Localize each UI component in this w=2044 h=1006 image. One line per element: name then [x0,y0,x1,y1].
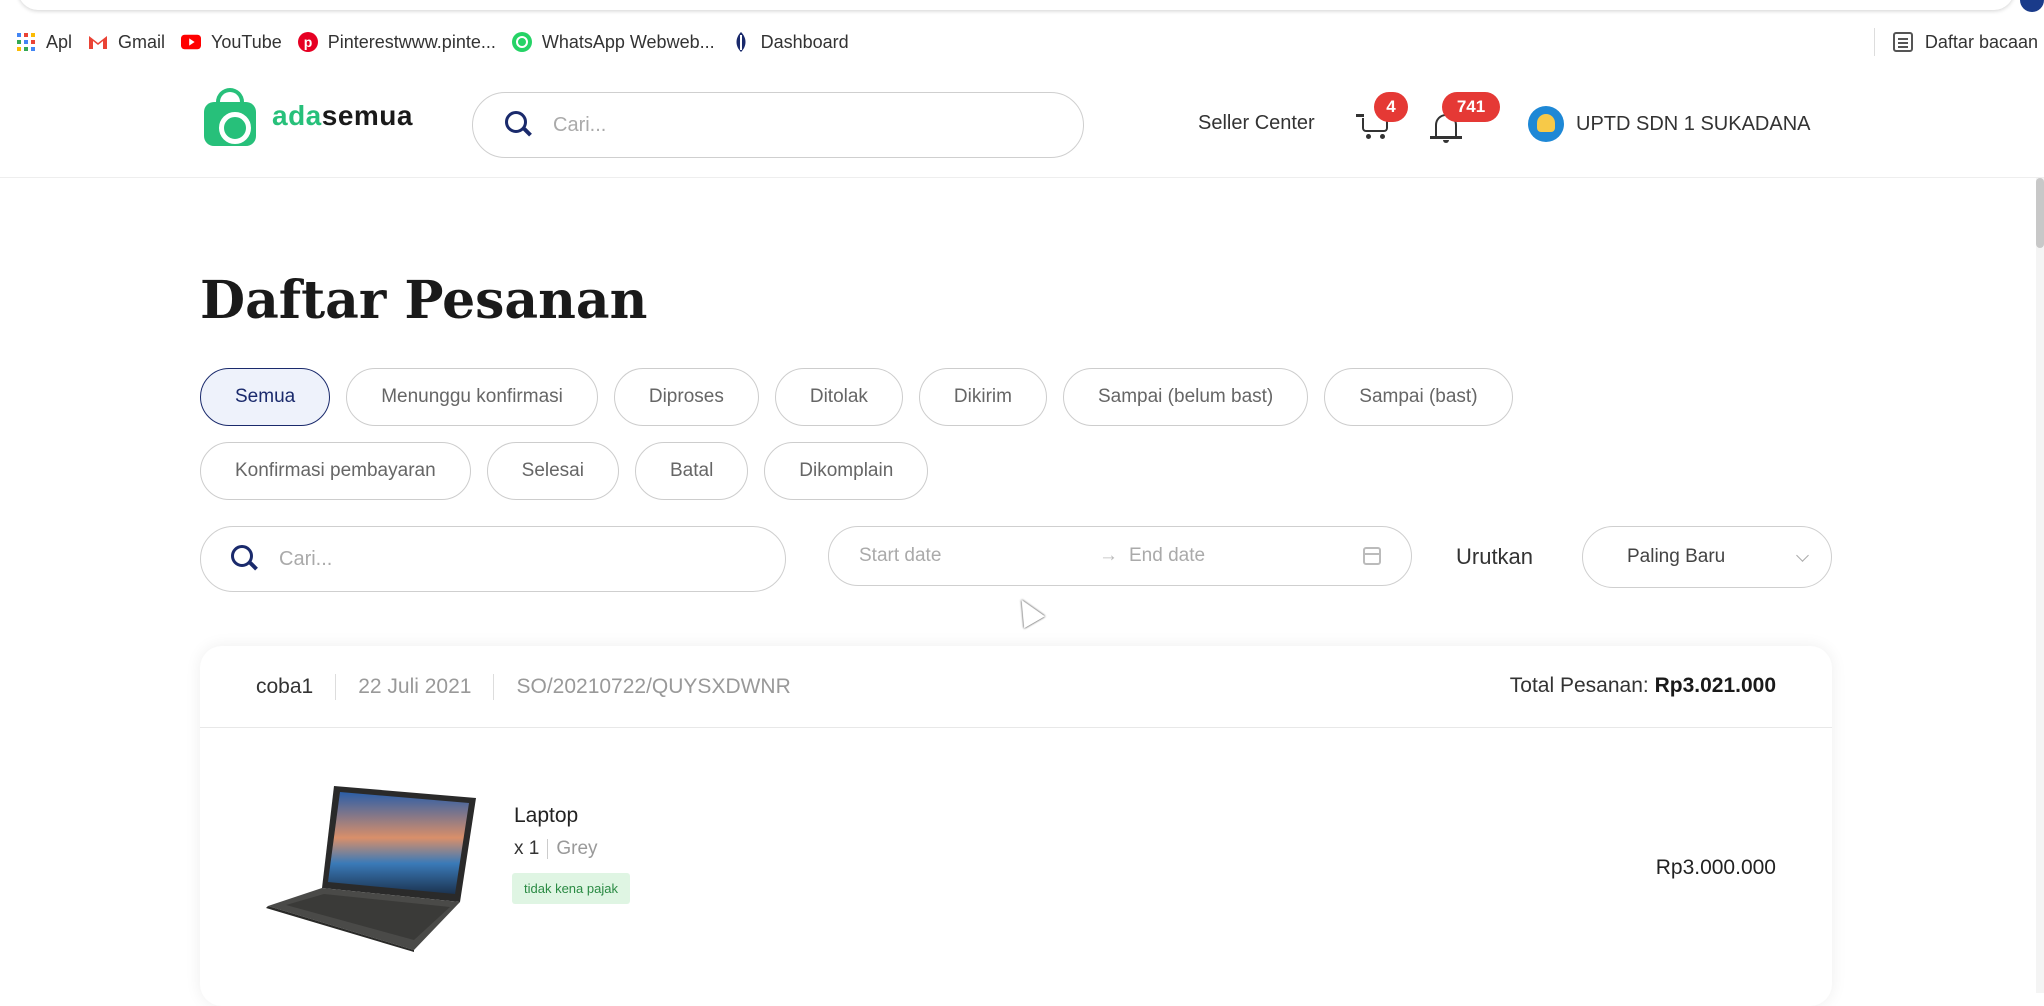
sort-select[interactable]: Paling Baru [1582,526,1832,588]
start-date-field[interactable]: Start date [859,545,941,567]
sort-label: Urutkan [1456,544,1534,569]
logo-text-part1: ada [272,100,322,131]
divider [493,673,495,700]
order-id: SO/20210722/QUYSXDWNR [516,674,791,698]
notification-count-badge: 741 [1442,92,1500,122]
header-search-box[interactable] [472,92,1084,158]
scrollbar-track[interactable] [2036,178,2044,993]
seller-center-link[interactable]: Seller Center [1198,112,1315,135]
tab-konfirmasi-pembayaran[interactable]: Konfirmasi pembayaran [200,442,471,500]
apps-grid-icon [16,32,36,52]
dashboard-icon [731,32,751,52]
header-search-input[interactable] [553,113,1016,137]
product-name[interactable]: Laptop [514,804,578,828]
tab-sampai-bast[interactable]: Sampai (bast) [1324,368,1513,426]
bookmark-pinterest[interactable]: p Pinterestwww.pinte... [297,28,496,56]
order-card-header: coba1 22 Juli 2021 SO/20210722/QUYSXDWNR… [200,646,1832,728]
date-range-picker[interactable]: Start date → End date [828,526,1412,586]
youtube-icon [181,32,202,52]
product-variant: Grey [556,838,598,859]
bookmark-label: WhatsApp Webweb... [541,31,715,52]
bookmark-label: Apl [46,31,73,52]
order-search-input[interactable] [279,547,723,571]
logo-wordmark: adasemua [272,100,413,132]
user-menu[interactable]: UPTD SDN 1 SUKADANA [1528,106,1811,142]
bookmark-youtube[interactable]: YouTube [181,28,282,56]
store-name[interactable]: coba1 [256,675,313,699]
school-emblem-icon [1528,106,1564,142]
divider [335,673,337,700]
pinterest-icon: p [297,32,318,52]
order-total: Total Pesanan: Rp3.021.000 [1510,674,1776,698]
app-header: adasemua Seller Center 4 741 UPTD SDN 1 … [0,68,2044,178]
tab-ditolak[interactable]: Ditolak [774,368,903,426]
bookmark-apps[interactable]: Apl [16,28,72,56]
cart-count-badge: 4 [1374,92,1408,122]
browser-top-strip [0,0,2044,14]
tab-batal[interactable]: Batal [634,442,749,500]
order-status-tabs: Semua Menunggu konfirmasi Diproses Ditol… [200,368,1600,500]
bookmarks-bar: Apl Gmail YouTube p Pinterestwww.pinte..… [0,28,2044,56]
profile-avatar-edge[interactable] [2020,0,2044,12]
product-meta: x 1 Grey [514,838,598,860]
shopping-bag-logo-icon [200,86,260,146]
order-total-value: Rp3.021.000 [1654,674,1776,697]
divider [547,839,549,859]
tab-semua[interactable]: Semua [200,368,331,426]
bookmark-label: Gmail [118,31,166,52]
search-icon [505,111,533,139]
scrollbar-thumb[interactable] [2036,178,2044,248]
order-card[interactable]: coba1 22 Juli 2021 SO/20210722/QUYSXDWNR… [200,646,1832,1006]
reading-list-label: Daftar bacaan [1924,31,2038,52]
order-date: 22 Juli 2021 [358,674,472,698]
tab-menunggu-konfirmasi[interactable]: Menunggu konfirmasi [346,368,598,426]
logo-text-part2: semua [321,100,413,131]
bookmark-label: Dashboard [760,31,849,52]
address-bar-edge [18,0,2014,10]
sort-selected-value: Paling Baru [1627,546,1726,567]
bookmark-gmail[interactable]: Gmail [88,28,165,56]
mouse-cursor-icon [1011,593,1045,629]
bookmark-label: YouTube [211,31,282,52]
reading-list-button[interactable]: Daftar bacaan [1873,28,2038,56]
tab-selesai[interactable]: Selesai [486,442,619,500]
tab-dikomplain[interactable]: Dikomplain [764,442,929,500]
chevron-down-icon [1796,549,1809,562]
bookmark-dashboard[interactable]: Dashboard [731,28,849,56]
product-price: Rp3.000.000 [1655,856,1776,879]
tab-diproses[interactable]: Diproses [613,368,759,426]
date-range-arrow-icon: → [1099,545,1118,566]
svg-text:p: p [303,34,312,50]
search-icon [231,545,259,573]
tab-dikirim[interactable]: Dikirim [918,368,1047,426]
product-quantity: x 1 [514,838,540,859]
user-name: UPTD SDN 1 SUKADANA [1576,112,1811,135]
whatsapp-icon [511,32,532,52]
bookmark-whatsapp[interactable]: WhatsApp Webweb... [511,28,715,56]
bookmark-label: Pinterestwww.pinte... [327,31,496,52]
order-total-label: Total Pesanan: [1509,674,1649,697]
tax-status-badge: tidak kena pajak [512,873,630,904]
site-logo[interactable]: adasemua [200,86,413,146]
gmail-icon [88,32,108,52]
tab-sampai-belum-bast[interactable]: Sampai (belum bast) [1062,368,1309,426]
calendar-icon[interactable] [1363,547,1381,565]
reading-list-icon [1892,32,1913,52]
page-title: Daftar Pesanan [200,270,648,331]
end-date-field[interactable]: End date [1129,545,1205,567]
order-search-box[interactable] [200,526,786,592]
product-image-laptop[interactable] [264,784,480,952]
